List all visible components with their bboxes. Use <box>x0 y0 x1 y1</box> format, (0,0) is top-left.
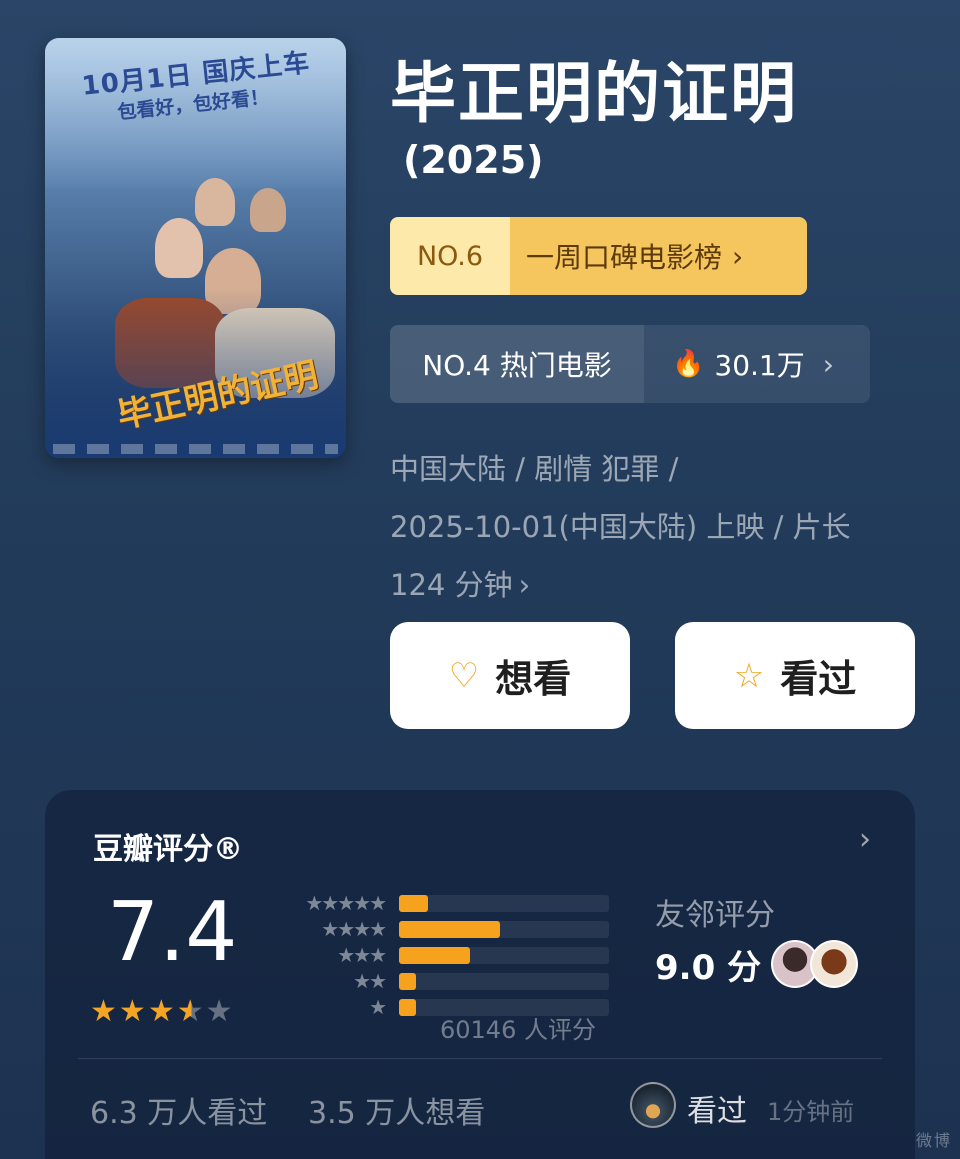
meta-duration-row: 124 分钟 › <box>390 556 930 614</box>
weekly-rank-label: 一周口碑电影榜 <box>526 241 723 274</box>
heart-plus-icon: ♡ <box>448 655 480 696</box>
distribution-row: ★★★★ <box>275 916 609 942</box>
distribution-row: ★★★ <box>275 942 609 968</box>
star-full-icon: ★ <box>90 994 119 1029</box>
divider <box>78 1058 882 1059</box>
movie-title: 毕正明的证明 <box>390 55 798 132</box>
star-icon: ☆ <box>733 655 765 696</box>
flame-icon: 🔥 <box>672 349 705 379</box>
poster-figure <box>155 218 203 278</box>
distribution-bar <box>399 920 500 938</box>
rating-card[interactable]: 豆瓣评分® › 7.4 ★★★★★ ★★★★★ ★★★★ ★★★ ★★ ★ 60146 … <box>45 790 915 1159</box>
chevron-right-icon: › <box>732 239 744 273</box>
friends-rating-label: 友邻评分 <box>655 898 775 933</box>
hot-rank-label: NO.4 热门电影 <box>390 325 644 403</box>
avatar[interactable] <box>810 940 858 988</box>
weekly-rank-badge[interactable]: NO.6 一周口碑电影榜 › <box>390 217 807 295</box>
star-full-icon: ★ <box>118 994 148 1029</box>
movie-year: (2025) <box>403 138 544 182</box>
want-to-watch-label: 想看 <box>495 657 572 701</box>
rating-distribution: ★★★★★ ★★★★ ★★★ ★★ ★ <box>275 890 609 1020</box>
poster-figure <box>250 188 286 232</box>
distribution-track <box>399 920 609 938</box>
movie-poster[interactable]: 10月1日 国庆上车 包看好，包好看！ 毕正明的证明 <box>45 38 346 458</box>
chevron-right-icon: › <box>822 347 834 381</box>
distribution-row: ★★★★★ <box>275 890 609 916</box>
hot-rank-badge[interactable]: NO.4 热门电影 🔥 30.1万 › <box>390 325 870 403</box>
watermark: 微博 <box>915 1131 952 1150</box>
distribution-stars: ★ <box>369 995 387 1019</box>
rating-score: 7.4 <box>107 885 238 980</box>
want-count[interactable]: 3.5 万人想看 <box>308 1088 485 1132</box>
distribution-bar <box>399 946 471 964</box>
meta-region-genre: 中国大陆 / 剧情 犯罪 / <box>390 452 679 486</box>
want-to-watch-button[interactable]: ♡ 想看 <box>390 622 630 729</box>
star-full-icon: ★ <box>147 994 177 1029</box>
rating-count: 60146 人评分 <box>440 1016 596 1044</box>
hot-rank-heat: 🔥 30.1万 › <box>644 325 870 403</box>
watched-count[interactable]: 6.3 万人看过 <box>90 1088 267 1132</box>
poster-credits <box>53 444 338 454</box>
distribution-track <box>399 894 609 912</box>
friends-rating-score: 9.0 分 <box>655 948 762 988</box>
distribution-row: ★★ <box>275 968 609 994</box>
distribution-bar <box>399 998 416 1016</box>
rating-stars: ★★★★★ <box>90 994 235 1029</box>
distribution-stars: ★★ <box>353 969 387 993</box>
distribution-stars: ★★★★★ <box>305 891 387 915</box>
watched-button[interactable]: ☆ 看过 <box>675 622 915 729</box>
weekly-rank-label-box: 一周口碑电影榜 › <box>510 217 807 295</box>
chevron-right-icon[interactable]: › <box>859 822 871 857</box>
meta-release: 2025-10-01(中国大陆) 上映 / 片长 <box>390 510 851 544</box>
meta-duration: 124 分钟 <box>390 568 513 602</box>
distribution-stars: ★★★ <box>337 943 387 967</box>
chevron-right-icon: › <box>518 568 531 602</box>
distribution-stars: ★★★★ <box>321 917 387 941</box>
movie-meta[interactable]: 中国大陆 / 剧情 犯罪 / 2025-10-01(中国大陆) 上映 / 片长 … <box>390 440 930 614</box>
avatar[interactable] <box>630 1082 676 1128</box>
distribution-track <box>399 946 609 964</box>
weekly-rank-number: NO.6 <box>390 217 510 295</box>
star-empty-icon: ★ <box>205 994 235 1029</box>
distribution-bar <box>399 972 416 990</box>
distribution-bar <box>399 894 429 912</box>
watched-label: 看过 <box>780 657 857 701</box>
star-half-icon: ★ <box>176 994 206 1029</box>
rating-title: 豆瓣评分® <box>93 832 243 867</box>
poster-figure <box>195 178 235 226</box>
heat-value: 30.1万 <box>714 349 805 382</box>
activity-time: 1分钟前 <box>767 1098 855 1126</box>
distribution-track <box>399 972 609 990</box>
activity-action: 看过 <box>687 1094 747 1129</box>
